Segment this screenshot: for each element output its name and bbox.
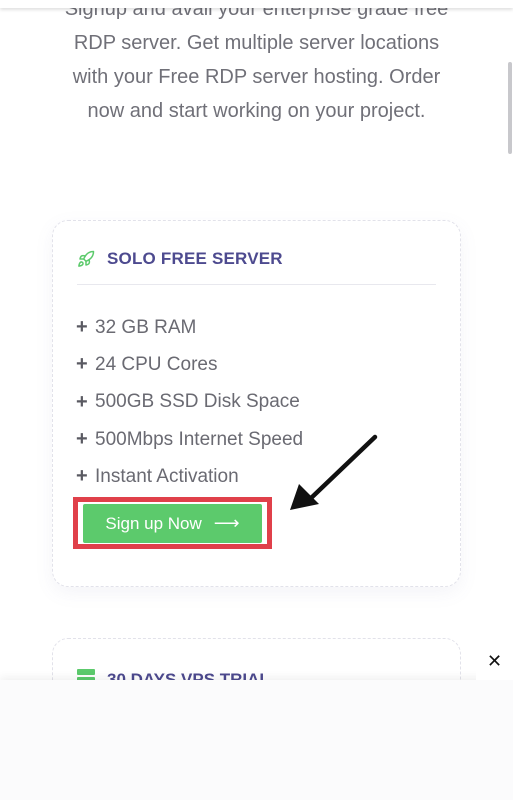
divider: [77, 284, 436, 285]
sign-up-button-label: Sign up Now: [105, 513, 202, 533]
feature-item: + Instant Activation: [76, 458, 303, 495]
rocket-icon: [77, 250, 95, 268]
close-icon: ✕: [486, 651, 503, 671]
plus-icon: +: [76, 428, 88, 451]
close-popup-button[interactable]: ✕: [476, 643, 513, 680]
pointer-arrow-icon: [290, 434, 378, 510]
feature-item: +500GB SSD Disk Space: [76, 384, 303, 421]
plus-icon: +: [76, 353, 88, 376]
feature-text: 32 GB RAM: [95, 316, 197, 338]
feature-item: +500Mbps Internet Speed: [76, 421, 303, 458]
feature-text: Instant Activation: [95, 465, 239, 487]
intro-line: now and start working on your project.: [87, 100, 426, 122]
intro-line: with your Free RDP server hosting. Order: [72, 66, 441, 88]
sign-up-now-button[interactable]: Sign up Now ⟶: [83, 504, 262, 543]
scrollbar[interactable]: [508, 62, 512, 154]
feature-text: 24 CPU Cores: [95, 353, 218, 375]
plan-card-header: SOLO FREE SERVER: [77, 249, 283, 269]
feature-item: +24 CPU Cores: [76, 346, 303, 383]
feature-text: 500GB SSD Disk Space: [95, 391, 300, 413]
feature-list: +32 GB RAM +24 CPU Cores +500GB SSD Disk…: [76, 309, 303, 495]
intro-line: RDP server. Get multiple server location…: [73, 32, 440, 54]
arrow-right-icon: ⟶: [213, 513, 240, 533]
intro-text: Signup and avail your enterprise grade f…: [40, 0, 473, 128]
plus-icon: +: [76, 316, 88, 339]
bottom-popup-panel: [0, 680, 513, 800]
top-bar: [0, 0, 513, 8]
feature-text: 500Mbps Internet Speed: [95, 428, 304, 450]
plan-title: SOLO FREE SERVER: [107, 249, 283, 268]
plus-icon: +: [76, 465, 88, 488]
plus-icon: +: [76, 390, 88, 413]
feature-item: +32 GB RAM: [76, 309, 303, 346]
